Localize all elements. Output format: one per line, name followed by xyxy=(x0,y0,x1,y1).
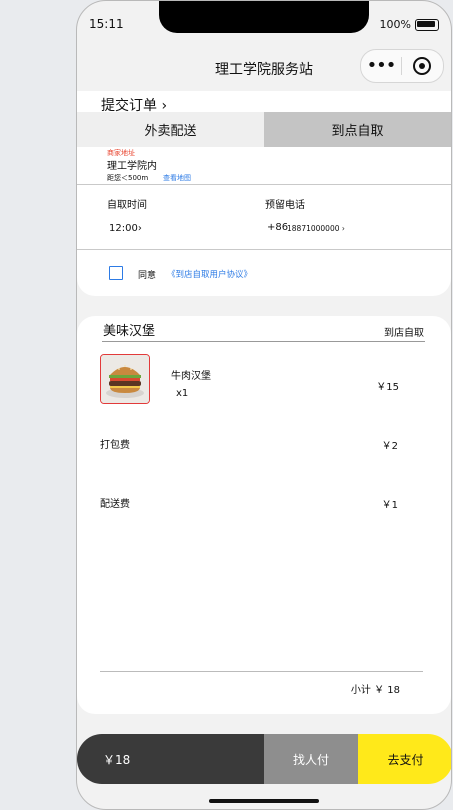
status-battery: 100% xyxy=(380,18,439,31)
divider xyxy=(77,184,451,185)
divider xyxy=(77,249,451,250)
friend-pay-button[interactable]: 找人付 xyxy=(264,734,358,784)
divider xyxy=(102,341,425,342)
total-amount: ￥18 xyxy=(77,734,264,784)
item-name: 牛肉汉堡 xyxy=(171,371,211,382)
shop-name: 美味汉堡 xyxy=(103,324,156,339)
agree-checkbox[interactable] xyxy=(109,266,123,280)
agree-text: 同意 xyxy=(138,271,157,281)
tab-delivery[interactable]: 外卖配送 xyxy=(77,112,264,147)
mini-program-capsule: ••• xyxy=(360,49,444,83)
phone-label: 预留电话 xyxy=(265,200,305,211)
item-price: ￥15 xyxy=(376,382,399,393)
subtotal: 小计 ￥ 18 xyxy=(350,685,400,696)
shop-card: 美味汉堡 到店自取 牛肉汉堡 x1 ￥15 打包费 ￥2 配送费 ￥1 小计 ￥… xyxy=(77,316,451,714)
delivery-mode-tabs: 外卖配送 到点自取 xyxy=(77,112,451,147)
battery-icon xyxy=(415,18,439,31)
target-icon xyxy=(413,57,431,75)
delivery-fee-value: ￥1 xyxy=(381,500,398,511)
pickup-tag: 到店自取 xyxy=(384,328,424,339)
pickup-time-label: 自取时间 xyxy=(107,200,147,211)
burger-image xyxy=(100,354,150,404)
phone-input[interactable]: 18871000000 › xyxy=(287,224,345,233)
chevron-right-icon: › xyxy=(341,224,345,233)
tab-pickup[interactable]: 到点自取 xyxy=(264,112,451,147)
chevron-right-icon: › xyxy=(137,223,142,234)
battery-percent: 100% xyxy=(379,18,411,31)
phone-country-code: +86 xyxy=(267,222,289,233)
divider xyxy=(100,671,423,672)
status-time: 15:11 xyxy=(89,17,124,31)
distance-text: 距您＜500m xyxy=(107,174,149,182)
notch xyxy=(159,1,369,33)
close-target-button[interactable] xyxy=(402,57,442,75)
packing-fee-label: 打包费 xyxy=(100,440,130,451)
pickup-agreement-link[interactable]: 《到店自取用户协议》 xyxy=(167,268,252,280)
delivery-fee-label: 配送费 xyxy=(100,499,130,510)
checkout-bar: ￥18 找人付 去支付 xyxy=(77,734,451,784)
view-map-link[interactable]: 查看地图 xyxy=(163,173,191,183)
pickup-time-selector[interactable]: 12:00› xyxy=(109,223,142,234)
phone-frame: 15:11 100% 理工学院服务站 ••• 提交订单 › 外卖配送 到点自取 … xyxy=(76,0,452,810)
item-quantity: x1 xyxy=(176,388,189,399)
packing-fee-value: ￥2 xyxy=(381,441,398,452)
home-indicator xyxy=(209,799,319,803)
pay-button[interactable]: 去支付 xyxy=(358,734,451,784)
more-icon[interactable]: ••• xyxy=(361,50,401,82)
address-value: 理工学院内 xyxy=(107,161,157,172)
order-card: 提交订单 › 外卖配送 到点自取 商家地址 理工学院内 距您＜500m 查看地图… xyxy=(77,91,451,296)
